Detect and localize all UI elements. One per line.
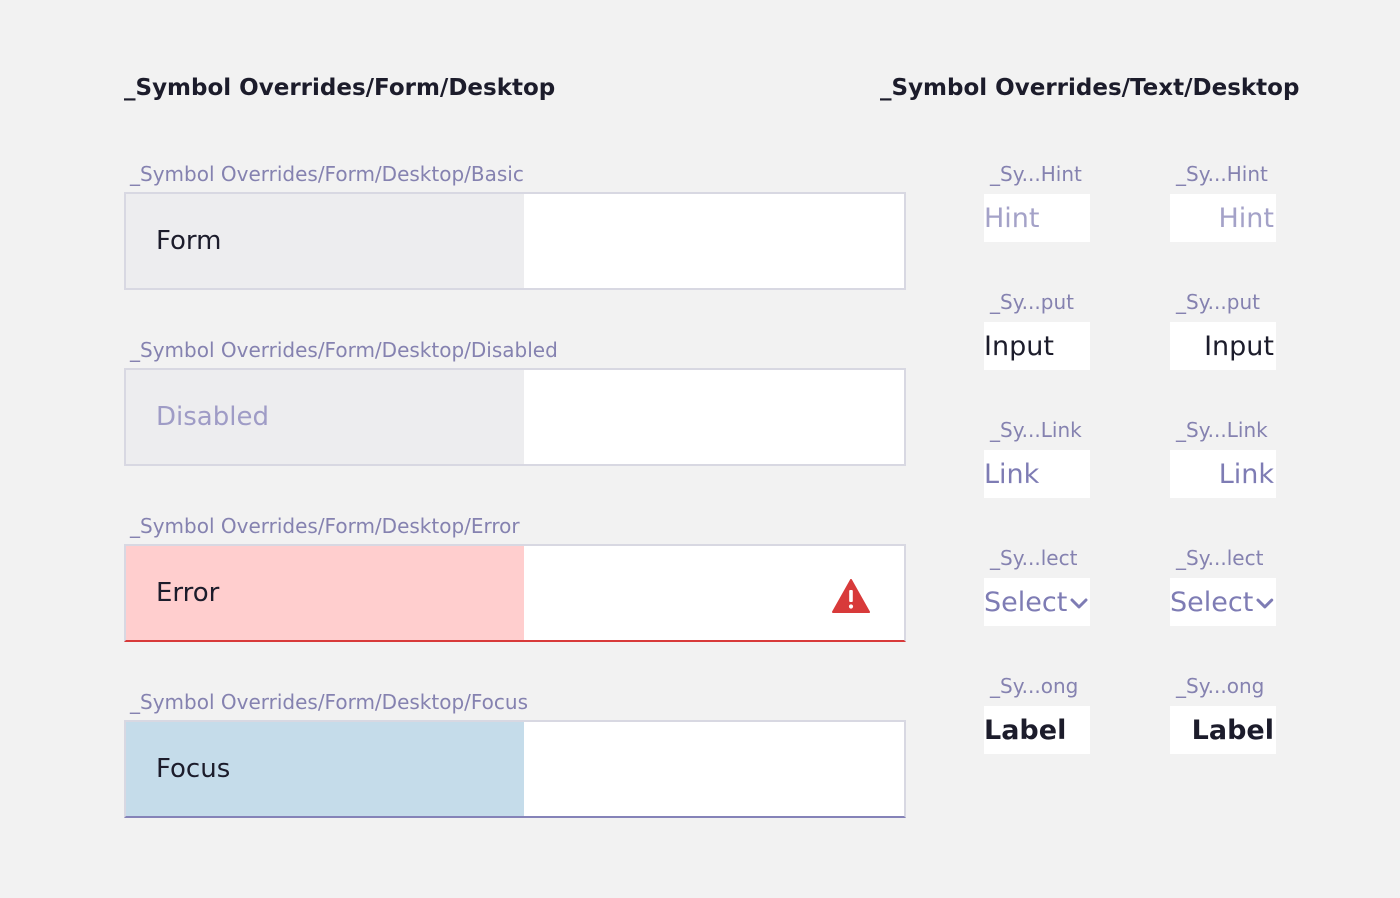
text-link-right[interactable]: Link xyxy=(1170,450,1276,498)
form-basic-label: Form xyxy=(126,194,524,288)
text-select-right[interactable]: Select xyxy=(1170,578,1276,626)
form-disabled-symbol-label: _Symbol Overrides/Form/Desktop/Disabled xyxy=(130,338,558,362)
text-link-left-symbol-label: _Sy...Link xyxy=(990,418,1082,442)
text-select-left[interactable]: Select xyxy=(984,578,1090,626)
text-select-left-value: Select xyxy=(984,586,1068,618)
text-hint-right: Hint xyxy=(1170,194,1276,242)
text-hint-left: Hint xyxy=(984,194,1090,242)
text-input-left-symbol-label: _Sy...put xyxy=(990,290,1074,314)
form-error-input-area[interactable] xyxy=(524,546,904,640)
warning-triangle-icon xyxy=(832,579,870,613)
text-hint-left-symbol-label: _Sy...Hint xyxy=(990,162,1082,186)
text-strong-left-symbol-label: _Sy...ong xyxy=(990,674,1079,698)
text-input-right[interactable]: Input xyxy=(1170,322,1276,370)
text-link-left[interactable]: Link xyxy=(984,450,1090,498)
text-select-left-symbol-label: _Sy...lect xyxy=(990,546,1078,570)
text-strong-left: Label xyxy=(984,706,1090,754)
chevron-down-icon xyxy=(1256,598,1274,609)
form-focus-field[interactable]: Focus xyxy=(124,720,906,818)
form-error-field[interactable]: Error xyxy=(124,544,906,642)
form-focus-label: Focus xyxy=(126,722,524,816)
text-section-title: _Symbol Overrides/Text/Desktop xyxy=(880,75,1300,101)
text-select-right-symbol-label: _Sy...lect xyxy=(1176,546,1264,570)
form-basic-symbol-label: _Symbol Overrides/Form/Desktop/Basic xyxy=(130,162,524,186)
text-select-right-value: Select xyxy=(1170,586,1254,618)
form-basic-input-area[interactable] xyxy=(524,194,904,288)
form-disabled-input-area xyxy=(524,370,904,464)
text-hint-right-symbol-label: _Sy...Hint xyxy=(1176,162,1268,186)
form-section-title: _Symbol Overrides/Form/Desktop xyxy=(124,75,556,101)
form-basic-field[interactable]: Form xyxy=(124,192,906,290)
form-disabled-label: Disabled xyxy=(126,370,524,464)
form-focus-input-area[interactable] xyxy=(524,722,904,816)
form-error-label: Error xyxy=(126,546,524,640)
text-strong-right: Label xyxy=(1170,706,1276,754)
chevron-down-icon xyxy=(1070,598,1088,609)
form-error-symbol-label: _Symbol Overrides/Form/Desktop/Error xyxy=(130,514,520,538)
text-strong-right-symbol-label: _Sy...ong xyxy=(1176,674,1265,698)
text-input-right-symbol-label: _Sy...put xyxy=(1176,290,1260,314)
form-disabled-field: Disabled xyxy=(124,368,906,466)
text-input-left[interactable]: Input xyxy=(984,322,1090,370)
text-link-right-symbol-label: _Sy...Link xyxy=(1176,418,1268,442)
form-focus-symbol-label: _Symbol Overrides/Form/Desktop/Focus xyxy=(130,690,529,714)
